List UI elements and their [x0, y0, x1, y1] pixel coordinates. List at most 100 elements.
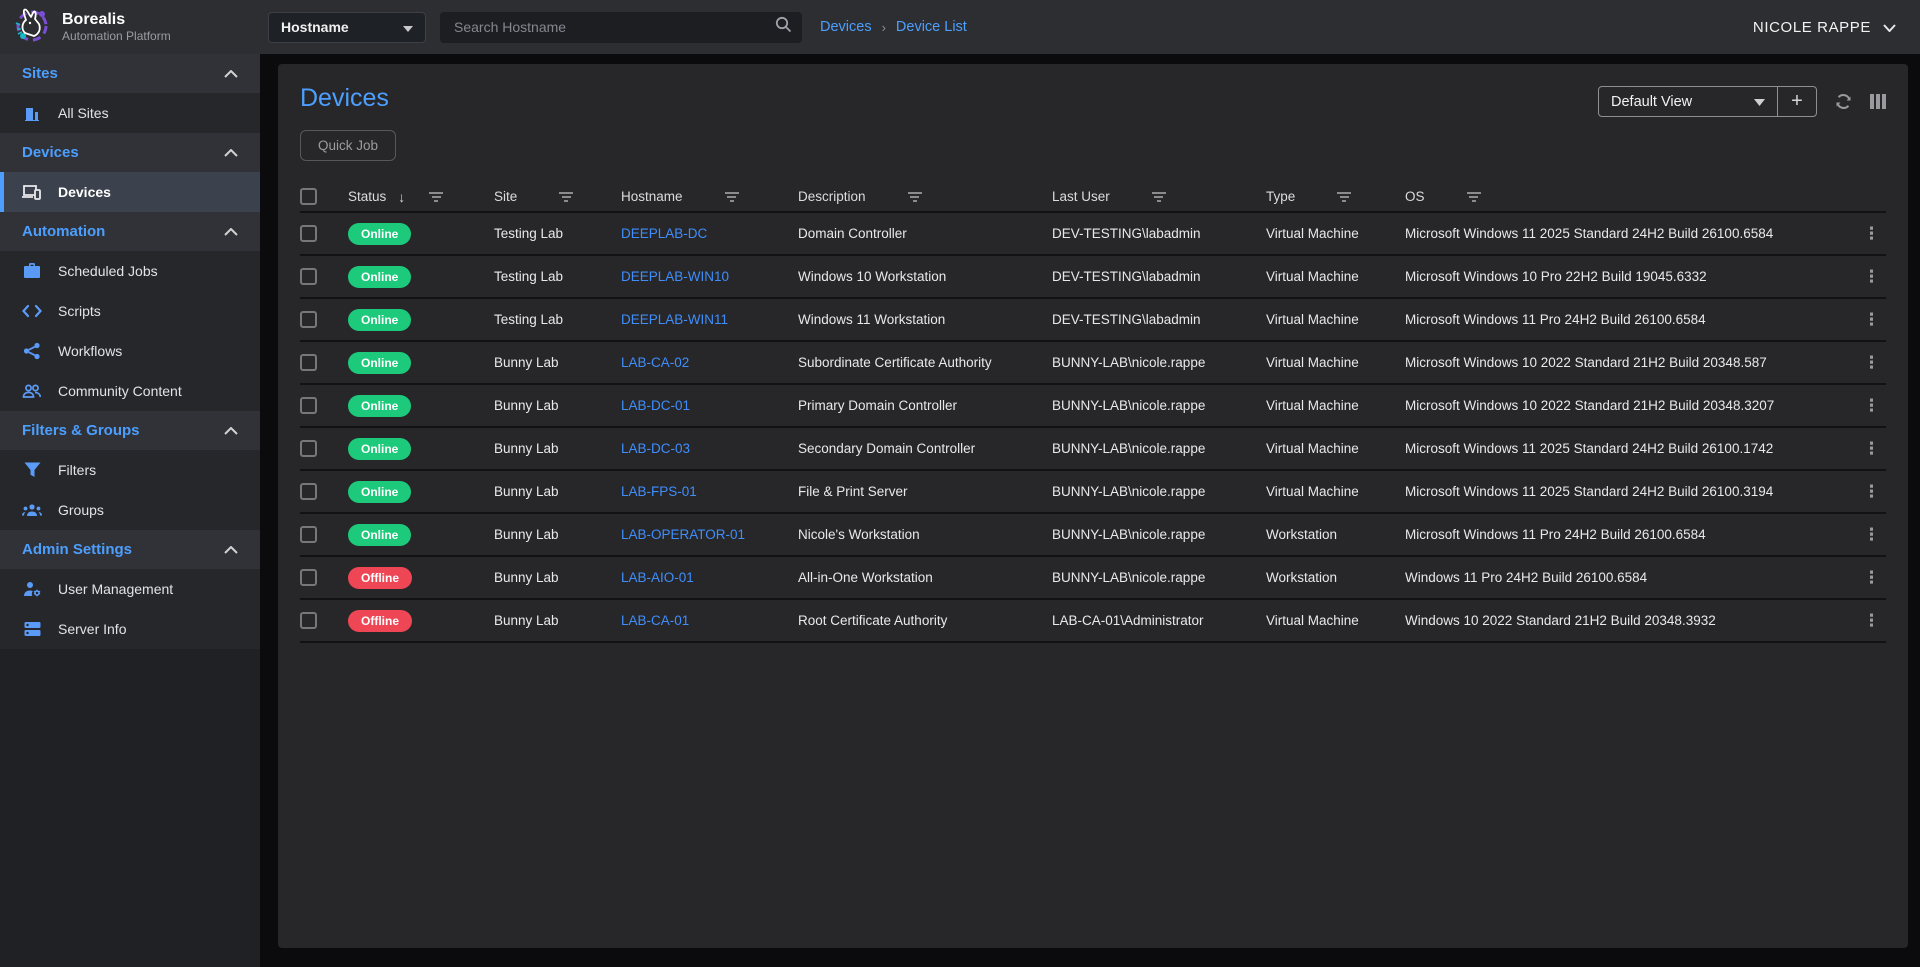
description-cell: Windows 11 Workstation	[798, 312, 1052, 327]
filter-icon[interactable]	[429, 192, 443, 202]
section-automation[interactable]: Automation	[0, 212, 260, 251]
row-checkbox[interactable]	[300, 526, 317, 543]
row-checkbox[interactable]	[300, 612, 317, 629]
table-row[interactable]: Online Testing Lab DEEPLAB-DC Domain Con…	[300, 211, 1886, 254]
sidebar-item-all-sites[interactable]: All Sites	[0, 93, 260, 133]
row-actions-menu-icon[interactable]: ⋮	[1857, 310, 1886, 330]
filter-icon[interactable]	[1467, 192, 1481, 202]
status-badge: Online	[348, 395, 411, 417]
add-view-button[interactable]: +	[1778, 87, 1816, 116]
os-cell: Microsoft Windows 11 2025 Standard 24H2 …	[1405, 484, 1846, 499]
row-actions-menu-icon[interactable]: ⋮	[1857, 353, 1886, 373]
section-admin-settings[interactable]: Admin Settings	[0, 530, 260, 569]
row-checkbox[interactable]	[300, 483, 317, 500]
table-row[interactable]: Online Testing Lab DEEPLAB-WIN10 Windows…	[300, 254, 1886, 297]
sort-desc-icon[interactable]: ↓	[398, 189, 405, 205]
row-checkbox[interactable]	[300, 569, 317, 586]
hostname-link[interactable]: LAB-DC-03	[621, 441, 690, 456]
sidebar-item-server-info[interactable]: Server Info	[0, 609, 260, 649]
table-row[interactable]: Offline Bunny Lab LAB-CA-01 Root Certifi…	[300, 598, 1886, 641]
site-cell: Bunny Lab	[494, 570, 621, 585]
table-row[interactable]: Online Bunny Lab LAB-CA-02 Subordinate C…	[300, 340, 1886, 383]
row-actions-menu-icon[interactable]: ⋮	[1857, 525, 1886, 545]
hostname-link[interactable]: LAB-CA-02	[621, 355, 689, 370]
filter-icon[interactable]	[1152, 192, 1166, 202]
code-icon	[22, 301, 42, 321]
quick-job-button[interactable]: Quick Job	[300, 130, 396, 161]
column-header-os[interactable]: OS	[1405, 189, 1425, 204]
section-sites[interactable]: Sites	[0, 54, 260, 93]
site-cell: Testing Lab	[494, 226, 621, 241]
search-input[interactable]	[454, 19, 775, 35]
row-actions-menu-icon[interactable]: ⋮	[1857, 396, 1886, 416]
hostname-link[interactable]: LAB-OPERATOR-01	[621, 527, 745, 542]
row-actions-menu-icon[interactable]: ⋮	[1857, 482, 1886, 502]
filter-icon[interactable]	[908, 192, 922, 202]
table-row[interactable]: Online Bunny Lab LAB-OPERATOR-01 Nicole'…	[300, 512, 1886, 555]
last-user-cell: BUNNY-LAB\nicole.rappe	[1052, 527, 1266, 542]
row-checkbox[interactable]	[300, 440, 317, 457]
type-cell: Virtual Machine	[1266, 226, 1405, 241]
section-filters-groups[interactable]: Filters & Groups	[0, 411, 260, 450]
sidebar-item-filters[interactable]: Filters	[0, 450, 260, 490]
sidebar-item-workflows[interactable]: Workflows	[0, 331, 260, 371]
table-header: Status ↓ Site Hostname	[300, 182, 1886, 211]
chevron-up-icon	[224, 65, 238, 82]
sidebar-item-community-content[interactable]: Community Content	[0, 371, 260, 411]
row-actions-menu-icon[interactable]: ⋮	[1857, 267, 1886, 287]
filter-icon[interactable]	[559, 192, 573, 202]
hostname-link[interactable]: LAB-FPS-01	[621, 484, 697, 499]
column-header-description[interactable]: Description	[798, 189, 866, 204]
view-selector[interactable]: Default View	[1599, 87, 1777, 116]
table-row[interactable]: Online Testing Lab DEEPLAB-WIN11 Windows…	[300, 297, 1886, 340]
hostname-link[interactable]: DEEPLAB-WIN10	[621, 269, 729, 284]
status-badge: Online	[348, 266, 411, 288]
section-devices[interactable]: Devices	[0, 133, 260, 172]
hostname-link[interactable]: LAB-CA-01	[621, 613, 689, 628]
table-row[interactable]: Online Bunny Lab LAB-DC-01 Primary Domai…	[300, 383, 1886, 426]
site-cell: Bunny Lab	[494, 613, 621, 628]
breadcrumb-device-list[interactable]: Device List	[896, 19, 967, 35]
topbar: Hostname Devices › Device List NICOLE RA…	[260, 0, 1920, 54]
sidebar-item-groups[interactable]: Groups	[0, 490, 260, 530]
search-icon[interactable]	[775, 16, 792, 38]
hostname-link[interactable]: DEEPLAB-DC	[621, 226, 707, 241]
select-all-checkbox[interactable]	[300, 188, 317, 205]
type-cell: Virtual Machine	[1266, 312, 1405, 327]
last-user-cell: BUNNY-LAB\nicole.rappe	[1052, 398, 1266, 413]
row-checkbox[interactable]	[300, 225, 317, 242]
filter-icon[interactable]	[725, 192, 739, 202]
table-row[interactable]: Online Bunny Lab LAB-FPS-01 File & Print…	[300, 469, 1886, 512]
status-badge: Online	[348, 481, 411, 503]
sidebar-item-user-management[interactable]: User Management	[0, 569, 260, 609]
row-checkbox[interactable]	[300, 397, 317, 414]
columns-icon[interactable]	[1870, 94, 1886, 109]
row-actions-menu-icon[interactable]: ⋮	[1857, 224, 1886, 244]
column-header-site[interactable]: Site	[494, 189, 517, 204]
hostname-link[interactable]: LAB-DC-01	[621, 398, 690, 413]
sidebar-item-scripts[interactable]: Scripts	[0, 291, 260, 331]
user-menu[interactable]: NICOLE RAPPE	[1753, 19, 1896, 36]
column-header-hostname[interactable]: Hostname	[621, 189, 683, 204]
column-header-status[interactable]: Status	[348, 189, 386, 204]
row-checkbox[interactable]	[300, 268, 317, 285]
type-cell: Virtual Machine	[1266, 355, 1405, 370]
hostname-link[interactable]: DEEPLAB-WIN11	[621, 312, 728, 327]
row-actions-menu-icon[interactable]: ⋮	[1857, 439, 1886, 459]
table-row[interactable]: Offline Bunny Lab LAB-AIO-01 All-in-One …	[300, 555, 1886, 598]
row-checkbox[interactable]	[300, 354, 317, 371]
sidebar-item-scheduled-jobs[interactable]: Scheduled Jobs	[0, 251, 260, 291]
row-actions-menu-icon[interactable]: ⋮	[1857, 611, 1886, 631]
sidebar-item-devices[interactable]: Devices	[0, 172, 260, 212]
hostname-link[interactable]: LAB-AIO-01	[621, 570, 694, 585]
filter-icon[interactable]	[1337, 192, 1351, 202]
breadcrumb-devices[interactable]: Devices	[820, 19, 872, 35]
column-header-type[interactable]: Type	[1266, 189, 1295, 204]
column-header-last-user[interactable]: Last User	[1052, 189, 1110, 204]
site-cell: Bunny Lab	[494, 398, 621, 413]
search-field-dropdown[interactable]: Hostname	[268, 12, 426, 43]
refresh-icon[interactable]	[1834, 92, 1853, 111]
row-actions-menu-icon[interactable]: ⋮	[1857, 568, 1886, 588]
row-checkbox[interactable]	[300, 311, 317, 328]
table-row[interactable]: Online Bunny Lab LAB-DC-03 Secondary Dom…	[300, 426, 1886, 469]
